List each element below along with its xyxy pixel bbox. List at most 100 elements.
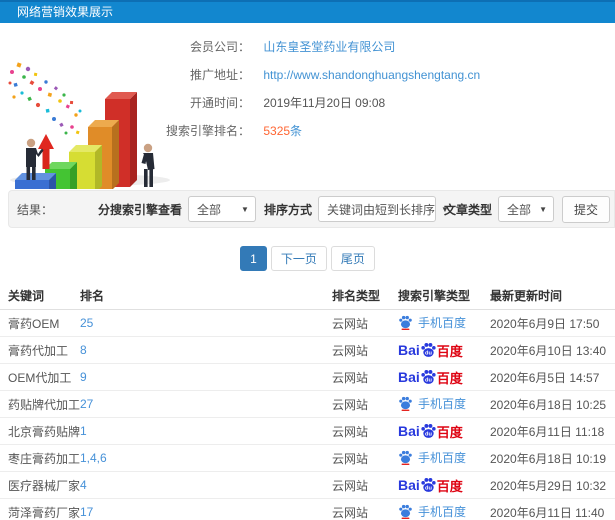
- results-table-body: 膏药OEM 25 云网站 手机百度 2020年6月9日 17:50 膏药代加工 …: [0, 309, 615, 520]
- baidu-paw-icon: du: [421, 342, 436, 357]
- update-time-text: 2020年6月10日 13:40: [490, 343, 607, 358]
- open-time-value: 2019年11月20日 09:08: [263, 96, 386, 110]
- engine-type-badge[interactable]: Bai du 百度: [398, 476, 463, 495]
- baidu-paw-icon: [399, 450, 412, 465]
- member-company-row: 会员公司： 山东皇圣堂药业有限公司: [166, 37, 615, 65]
- baidu-logo-cn: 百度: [436, 424, 463, 440]
- rank-type-text: 云网站: [332, 397, 369, 412]
- baidu-logo-cn: 百度: [436, 343, 463, 359]
- rank-link[interactable]: 25: [80, 316, 93, 330]
- baidu-logo-cn: 百度: [436, 370, 463, 386]
- update-time-text: 2020年6月11日 11:40: [490, 505, 605, 520]
- update-time-text: 2020年6月18日 10:19: [490, 451, 607, 466]
- table-row: 医疗器械厂家 4 云网站 Bai du 百度 2020年5月29日 10:32: [0, 471, 615, 499]
- sort-select[interactable]: 关键词由短到长排序 ▼: [317, 196, 449, 222]
- update-time-text: 2020年6月5日 14:57: [490, 370, 600, 385]
- update-time-text: 2020年6月18日 10:25: [490, 397, 607, 412]
- keyword-text: 北京膏药贴牌: [8, 424, 81, 439]
- rank-link[interactable]: 4: [80, 478, 87, 492]
- engine-rank-count: 5325: [263, 124, 291, 138]
- last-page-button[interactable]: 尾页: [330, 246, 375, 271]
- svg-text:du: du: [425, 431, 432, 437]
- table-row: 膏药代加工 8 云网站 Bai du 百度 2020年6月10日 13:40: [0, 336, 615, 364]
- engine-rank-row: 搜索引擎排名： 5325条: [166, 121, 615, 149]
- keyword-text: 膏药OEM: [8, 316, 60, 331]
- update-time-text: 2020年6月11日 11:18: [490, 424, 605, 439]
- engine-view-label: 分搜索引擎查看: [97, 202, 182, 217]
- svg-text:du: du: [425, 485, 432, 491]
- rank-link[interactable]: 27: [80, 397, 93, 411]
- keyword-text: 菏泽膏药厂家: [8, 505, 81, 520]
- page-title: 网络营销效果展示: [17, 5, 114, 19]
- baidu-logo-bai: Bai: [398, 477, 420, 493]
- engine-view-select[interactable]: 全部 ▼: [187, 196, 256, 222]
- sort-label: 排序方式: [263, 202, 312, 217]
- engine-rank-unit: 条: [290, 124, 303, 138]
- rank-type-text: 云网站: [332, 316, 369, 331]
- submit-button[interactable]: 提交: [561, 195, 610, 223]
- col-engine-type: 搜索引擎类型: [398, 282, 490, 310]
- baidu-logo-bai: Bai: [398, 423, 420, 439]
- page-1-button[interactable]: 1: [240, 246, 267, 271]
- update-time-text: 2020年6月9日 17:50: [490, 316, 600, 331]
- rank-type-text: 云网站: [332, 505, 369, 520]
- table-row: 药贴牌代加工 27 云网站 手机百度 2020年6月18日 10:25: [0, 390, 615, 418]
- next-page-button[interactable]: 下一页: [270, 246, 327, 271]
- results-table: 关键词 排名 排名类型 搜索引擎类型 最新更新时间 膏药OEM 25 云网站 手…: [0, 282, 615, 520]
- member-company-link[interactable]: 山东皇圣堂药业有限公司: [263, 40, 395, 54]
- rank-type-text: 云网站: [332, 370, 369, 385]
- engine-type-badge[interactable]: Bai du 百度: [398, 341, 463, 360]
- baidu-paw-icon: [399, 504, 412, 519]
- engine-type-badge[interactable]: Bai du 百度: [398, 368, 463, 387]
- article-type-label: 文章类型: [443, 202, 492, 217]
- article-type-select[interactable]: 全部 ▼: [497, 196, 554, 222]
- window-title-bar: 网络营销效果展示: [0, 0, 615, 23]
- svg-text:du: du: [425, 377, 432, 383]
- filter-bar: 结果： 分搜索引擎查看 全部 ▼ 排序方式 关键词由短到长排序 ▼ 文章类型 全…: [8, 190, 615, 228]
- member-info-section: 会员公司： 山东皇圣堂药业有限公司 推广地址： http://www.shand…: [0, 23, 615, 190]
- baidu-paw-icon: du: [421, 423, 436, 438]
- pagination: 1 下一页 尾页: [0, 246, 615, 272]
- confetti-dots: [8, 62, 82, 135]
- table-row: 枣庄膏药加工 1,4,6 云网站 手机百度 2020年6月18日 10:19: [0, 444, 615, 472]
- baidu-logo-bai: Bai: [398, 342, 420, 358]
- engine-type-badge[interactable]: 手机百度: [398, 314, 466, 331]
- mobile-baidu-label: 手机百度: [418, 315, 467, 330]
- sort-selected-value: 关键词由短到长排序: [326, 202, 435, 217]
- engine-type-badge[interactable]: 手机百度: [398, 503, 466, 520]
- table-row: OEM代加工 9 云网站 Bai du 百度 2020年6月5日 14:57: [0, 363, 615, 391]
- promo-url-link[interactable]: http://www.shandonghuangshengtang.cn: [263, 68, 480, 82]
- promo-url-row: 推广地址： http://www.shandonghuangshengtang.…: [166, 65, 615, 93]
- baidu-paw-icon: du: [421, 477, 436, 492]
- result-label: 结果：: [17, 202, 54, 217]
- keyword-text: 膏药代加工: [8, 343, 69, 358]
- member-info-list: 会员公司： 山东皇圣堂药业有限公司 推广地址： http://www.shand…: [166, 23, 615, 149]
- rank-type-text: 云网站: [332, 343, 369, 358]
- baidu-paw-icon: [399, 396, 412, 411]
- update-time-text: 2020年5月29日 10:32: [490, 478, 607, 493]
- svg-text:du: du: [425, 350, 432, 356]
- engine-view-selected-value: 全部: [196, 202, 221, 217]
- engine-type-badge[interactable]: 手机百度: [398, 449, 466, 466]
- chevron-down-icon: ▼: [539, 204, 547, 214]
- rank-type-text: 云网站: [332, 478, 369, 493]
- col-rank-type: 排名类型: [332, 282, 398, 310]
- engine-type-badge[interactable]: Bai du 百度: [398, 422, 463, 441]
- mobile-baidu-label: 手机百度: [418, 450, 467, 465]
- table-row: 膏药OEM 25 云网站 手机百度 2020年6月9日 17:50: [0, 309, 615, 337]
- rank-link[interactable]: 1,4,6: [80, 451, 107, 465]
- rank-link[interactable]: 17: [80, 505, 93, 519]
- mobile-baidu-label: 手机百度: [418, 504, 467, 519]
- mobile-baidu-label: 手机百度: [418, 396, 467, 411]
- table-row: 北京膏药贴牌 1 云网站 Bai du 百度 2020年6月11日 11:18: [0, 417, 615, 445]
- keyword-text: OEM代加工: [8, 370, 72, 385]
- engine-type-badge[interactable]: 手机百度: [398, 395, 466, 412]
- rank-type-text: 云网站: [332, 451, 369, 466]
- article-type-selected-value: 全部: [506, 202, 531, 217]
- rank-link[interactable]: 1: [80, 424, 87, 438]
- col-updated: 最新更新时间: [490, 282, 615, 310]
- col-rank: 排名: [80, 282, 332, 310]
- rank-link[interactable]: 8: [80, 343, 87, 357]
- rank-link[interactable]: 9: [80, 370, 87, 384]
- table-header-row: 关键词 排名 排名类型 搜索引擎类型 最新更新时间: [0, 282, 615, 310]
